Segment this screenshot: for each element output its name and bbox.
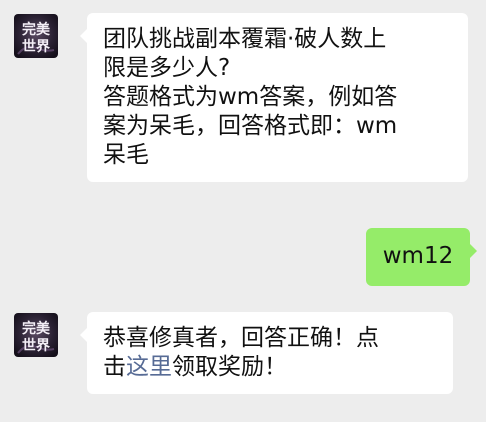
game-logo-icon: 完美 世界 — [14, 313, 58, 357]
message-text-line: 团队挑战副本覆霜·破人数上 — [103, 26, 387, 52]
logo-text-top: 完美 — [22, 320, 51, 337]
reply-text: wm12 — [382, 243, 454, 269]
message-bubble-confirmation[interactable]: 恭喜修真者，回答正确！点 击这里领取奖励！ — [80, 312, 453, 394]
message-text-line: 击这里领取奖励！ — [103, 353, 439, 382]
game-logo-icon: 完美 世界 — [14, 14, 58, 58]
message-text-line: 呆毛 — [103, 142, 149, 168]
message-text-line: 案为呆毛，回答格式即：wm — [103, 113, 398, 139]
message-text-line: 限是多少人? — [103, 55, 231, 81]
message-text-prefix: 击 — [103, 354, 126, 380]
message-text-line: 恭喜修真者，回答正确！点 — [103, 325, 379, 351]
message-text-suffix: 领取奖励！ — [172, 354, 287, 380]
bot-avatar[interactable]: 完美 世界 — [14, 313, 58, 357]
reward-link[interactable]: 这里 — [126, 354, 172, 380]
logo-text-bottom: 世界 — [22, 337, 51, 354]
message-bubble-question[interactable]: 团队挑战副本覆霜·破人数上 限是多少人? 答题格式为wm答案，例如答 案为呆毛，… — [80, 13, 468, 182]
logo-text-bottom: 世界 — [22, 38, 51, 55]
message-text-line: 答题格式为wm答案，例如答 — [103, 84, 398, 110]
message-bubble-reply[interactable]: wm12 — [366, 228, 477, 286]
bot-avatar[interactable]: 完美 世界 — [14, 14, 58, 58]
logo-text-top: 完美 — [22, 21, 51, 38]
